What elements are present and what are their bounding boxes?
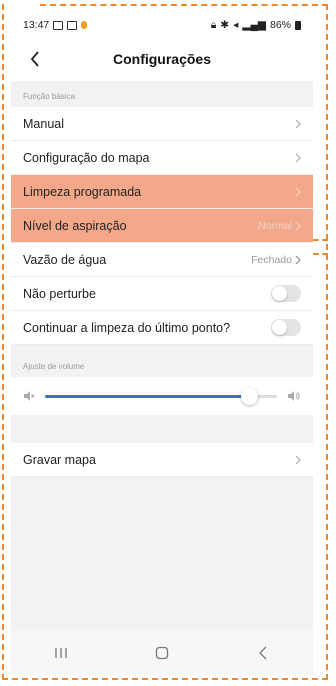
- status-bar: 13:47 🔒︎ ✱ ◂ ▂▄▆ 86%: [11, 13, 313, 37]
- notification-icon: [81, 21, 88, 29]
- row-suction-level[interactable]: Nível de aspiração Normal: [11, 209, 313, 243]
- volume-mute-icon: [24, 391, 35, 401]
- volume-slider[interactable]: [45, 387, 277, 405]
- chevron-right-icon: [295, 187, 301, 197]
- resume-toggle[interactable]: [271, 319, 301, 336]
- recent-apps-icon: [55, 648, 67, 658]
- suction-value: Normal: [258, 219, 292, 232]
- home-button[interactable]: [142, 638, 182, 668]
- row-save-map-label: Gravar mapa: [23, 452, 96, 467]
- volume-high-icon: [288, 391, 300, 401]
- chevron-right-icon: [295, 255, 301, 264]
- battery-level: 86%: [269, 19, 291, 31]
- gallery-icon: [53, 20, 64, 30]
- row-resume-cleaning: Continuar a limpeza do último ponto?: [11, 311, 313, 345]
- back-icon: [258, 646, 267, 660]
- lock-icon: 🔒︎: [210, 18, 217, 31]
- cast-icon: [67, 20, 78, 30]
- phone-screen: 13:47 🔒︎ ✱ ◂ ▂▄▆ 86% Configurações Funçã…: [11, 13, 313, 675]
- bluetooth-icon: ✱: [220, 19, 230, 31]
- row-suction-label: Nível de aspiração: [23, 218, 127, 233]
- volume-control: [11, 377, 313, 415]
- chevron-right-icon: [295, 119, 301, 129]
- row-water-label: Vazão de água: [23, 252, 107, 267]
- spacer: [11, 345, 313, 357]
- battery-icon: [295, 20, 301, 30]
- volume-slider-thumb[interactable]: [241, 387, 259, 405]
- annotation-pointer: [313, 239, 328, 241]
- row-map-config-label: Configuração do mapa: [23, 150, 150, 165]
- section-label-basic: Função básica: [11, 81, 313, 107]
- home-icon: [155, 646, 169, 660]
- chevron-right-icon: [295, 153, 301, 163]
- system-nav-bar: [11, 631, 313, 675]
- row-scheduled-cleaning[interactable]: Limpeza programada: [11, 175, 313, 209]
- row-water-flow[interactable]: Vazão de água Fechado: [11, 243, 313, 277]
- toggle-knob: [272, 320, 287, 335]
- row-resume-label: Continuar a limpeza do último ponto?: [23, 320, 231, 335]
- annotation-pointer: [313, 253, 328, 255]
- spacer: [11, 415, 313, 443]
- chevron-right-icon: [295, 455, 301, 465]
- toggle-knob: [272, 286, 287, 301]
- chevron-right-icon: [295, 221, 301, 230]
- back-button[interactable]: [21, 45, 49, 73]
- volume-slider-fill: [45, 394, 250, 398]
- dnd-toggle[interactable]: [271, 285, 301, 302]
- mute-icon: ◂: [233, 19, 239, 31]
- nav-back-button[interactable]: [243, 638, 283, 668]
- row-map-config[interactable]: Configuração do mapa: [11, 141, 313, 175]
- app-header: Configurações: [11, 37, 313, 81]
- row-dnd-label: Não perturbe: [23, 286, 96, 301]
- recent-apps-button[interactable]: [41, 638, 81, 668]
- chevron-left-icon: [30, 51, 39, 67]
- row-do-not-disturb: Não perturbe: [11, 277, 313, 311]
- water-value: Fechado: [251, 253, 292, 266]
- signal-icon: ▂▄▆: [242, 19, 266, 31]
- section-label-volume: Ajuste de volume: [11, 357, 313, 377]
- row-save-map[interactable]: Gravar mapa: [11, 443, 313, 477]
- row-scheduled-label: Limpeza programada: [23, 184, 142, 199]
- row-manual-label: Manual: [23, 116, 64, 131]
- page-title: Configurações: [112, 51, 211, 67]
- row-manual[interactable]: Manual: [11, 107, 313, 141]
- status-time: 13:47: [23, 19, 50, 31]
